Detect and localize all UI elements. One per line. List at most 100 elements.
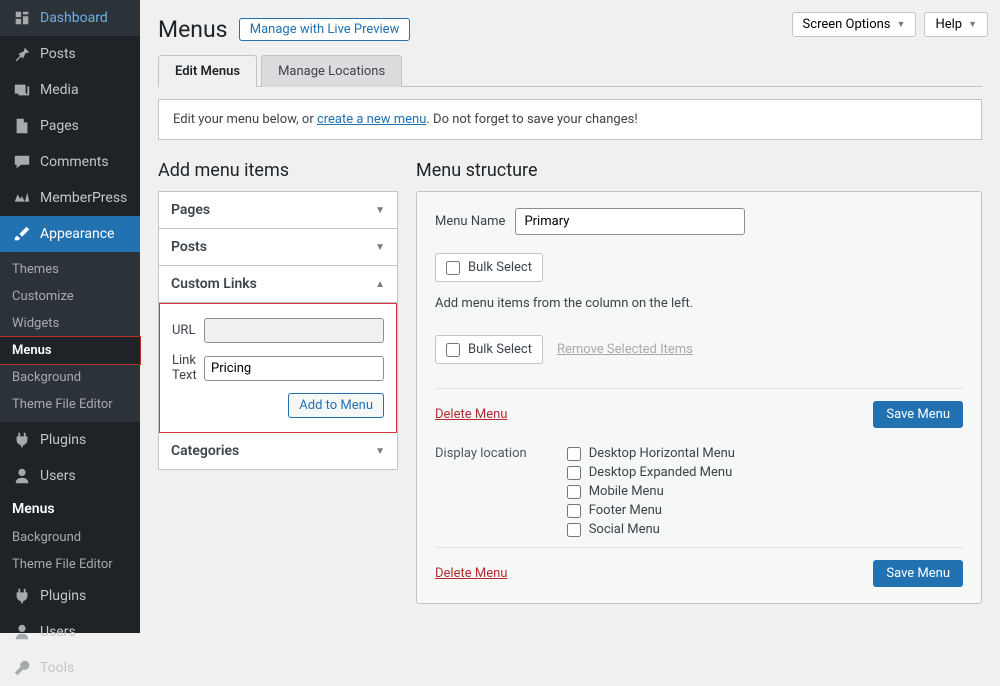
notice-pre: Edit your menu below, or — [173, 112, 317, 127]
display-location-section: Display location Desktop Horizontal Menu… — [435, 446, 963, 541]
sidebar-item-tools[interactable]: Tools — [0, 650, 140, 686]
sidebar-item-label: Media — [40, 82, 79, 98]
loc-checkbox[interactable] — [567, 447, 581, 461]
bulk-select-toggle[interactable]: Bulk Select — [435, 253, 543, 282]
sidebar-item-label: MemberPress — [40, 190, 127, 206]
plugin-icon — [12, 586, 32, 606]
tabs: Edit Menus Manage Locations — [158, 55, 982, 87]
sidebar-item-dashboard[interactable]: Dashboard — [0, 0, 140, 36]
sidebar-sub-menus[interactable]: Menus — [0, 337, 140, 364]
loc-social[interactable]: Social Menu — [567, 522, 735, 537]
user-icon — [12, 466, 32, 486]
loc-desktop-expanded[interactable]: Desktop Expanded Menu — [567, 465, 735, 480]
menu-structure-heading: Menu structure — [416, 160, 982, 181]
brush-icon — [12, 224, 32, 244]
sidebar-item-appearance[interactable]: Appearance — [0, 216, 140, 252]
panel-custom-label: Custom Links — [171, 276, 257, 292]
notice-post: . Do not forget to save your changes! — [426, 112, 637, 127]
sidebar-item-label: Dashboard — [40, 10, 108, 26]
create-new-menu-link[interactable]: create a new menu — [317, 112, 426, 127]
bulk-select-label: Bulk Select — [468, 260, 532, 275]
linktext-label: Link Text — [172, 353, 204, 383]
loc-label: Mobile Menu — [589, 484, 664, 499]
sidebar-item-plugins[interactable]: Plugins — [0, 422, 140, 458]
loc-checkbox[interactable] — [567, 466, 581, 480]
sidebar-item-users-2[interactable]: Users — [0, 614, 140, 650]
wrench-icon — [12, 658, 32, 678]
chevron-down-icon: ▼ — [375, 242, 385, 253]
sidebar-sub-background[interactable]: Background — [0, 364, 140, 391]
menu-settings-box: Menu Name Bulk Select Add menu items fro… — [416, 191, 982, 604]
sidebar-item-label: Appearance — [40, 226, 114, 242]
sidebar-item-label: Comments — [40, 154, 109, 170]
loc-footer[interactable]: Footer Menu — [567, 503, 735, 518]
plugin-icon — [12, 430, 32, 450]
sidebar-item-label: Users — [40, 468, 76, 484]
save-menu-button[interactable]: Save Menu — [873, 401, 963, 428]
tab-edit-menus[interactable]: Edit Menus — [158, 55, 257, 87]
tab-manage-locations[interactable]: Manage Locations — [261, 55, 402, 87]
sidebar-item-label: Users — [40, 624, 76, 640]
loc-label: Desktop Expanded Menu — [589, 465, 733, 480]
chevron-up-icon: ▲ — [375, 279, 385, 290]
sidebar-item-users[interactable]: Users — [0, 458, 140, 494]
sidebar-item-plugins-2[interactable]: Plugins — [0, 578, 140, 614]
sidebar-extra-group: Menus Background Theme File Editor — [0, 494, 140, 578]
bulk-select-checkbox[interactable] — [446, 261, 460, 275]
sidebar-extra-theme-file-editor[interactable]: Theme File Editor — [0, 551, 140, 578]
comment-icon — [12, 152, 32, 172]
appearance-submenu: Themes Customize Widgets Menus Backgroun… — [0, 252, 140, 422]
admin-sidebar: Dashboard Posts Media Pages Comments Mem… — [0, 0, 140, 633]
sidebar-item-media[interactable]: Media — [0, 72, 140, 108]
custom-links-body: URL Link Text Add to Menu — [159, 303, 397, 433]
delete-menu-link[interactable]: Delete Menu — [435, 407, 507, 422]
delete-menu-link-2[interactable]: Delete Menu — [435, 566, 507, 581]
loc-checkbox[interactable] — [567, 504, 581, 518]
sidebar-item-label: Plugins — [40, 432, 86, 448]
action-row-1: Delete Menu Save Menu — [435, 388, 963, 428]
loc-desktop-horizontal[interactable]: Desktop Horizontal Menu — [567, 446, 735, 461]
custom-url-input[interactable] — [204, 318, 384, 343]
pin-icon — [12, 44, 32, 64]
custom-linktext-input[interactable] — [204, 356, 384, 381]
menu-name-input[interactable] — [515, 208, 745, 235]
sidebar-sub-theme-file-editor[interactable]: Theme File Editor — [0, 391, 140, 418]
save-menu-button-2[interactable]: Save Menu — [873, 560, 963, 587]
bulk-select-checkbox-2[interactable] — [446, 343, 460, 357]
loc-checkbox[interactable] — [567, 523, 581, 537]
loc-mobile[interactable]: Mobile Menu — [567, 484, 735, 499]
menu-name-label: Menu Name — [435, 214, 505, 229]
sidebar-item-pages[interactable]: Pages — [0, 108, 140, 144]
panel-pages-label: Pages — [171, 202, 210, 218]
sidebar-extra-menus[interactable]: Menus — [0, 494, 140, 524]
sidebar-sub-themes[interactable]: Themes — [0, 256, 140, 283]
bulk-select-toggle-2[interactable]: Bulk Select — [435, 335, 543, 364]
panel-categories[interactable]: Categories ▼ — [159, 433, 397, 469]
sidebar-item-posts[interactable]: Posts — [0, 36, 140, 72]
panel-pages[interactable]: Pages ▼ — [159, 192, 397, 229]
panel-categories-label: Categories — [171, 443, 239, 459]
sidebar-item-label: Pages — [40, 118, 79, 134]
loc-label: Desktop Horizontal Menu — [589, 446, 735, 461]
live-preview-button[interactable]: Manage with Live Preview — [239, 18, 411, 41]
sidebar-item-memberpress[interactable]: MemberPress — [0, 180, 140, 216]
loc-label: Footer Menu — [589, 503, 662, 518]
panel-posts[interactable]: Posts ▼ — [159, 229, 397, 266]
menu-structure-column: Menu structure Menu Name Bulk Select Add… — [416, 160, 982, 604]
loc-label: Social Menu — [589, 522, 660, 537]
notice: Edit your menu below, or create a new me… — [158, 99, 982, 140]
add-menu-items-heading: Add menu items — [158, 160, 398, 181]
user-icon — [12, 622, 32, 642]
sidebar-sub-customize[interactable]: Customize — [0, 283, 140, 310]
add-to-menu-button[interactable]: Add to Menu — [288, 393, 384, 418]
sidebar-item-comments[interactable]: Comments — [0, 144, 140, 180]
sidebar-sub-widgets[interactable]: Widgets — [0, 310, 140, 337]
panel-posts-label: Posts — [171, 239, 207, 255]
media-icon — [12, 80, 32, 100]
sidebar-extra-background[interactable]: Background — [0, 524, 140, 551]
sidebar-item-label: Plugins — [40, 588, 86, 604]
remove-selected-link: Remove Selected Items — [557, 342, 693, 357]
main-content: Menus Manage with Live Preview Edit Menu… — [140, 0, 1000, 633]
panel-custom-links[interactable]: Custom Links ▲ — [159, 266, 397, 303]
loc-checkbox[interactable] — [567, 485, 581, 499]
